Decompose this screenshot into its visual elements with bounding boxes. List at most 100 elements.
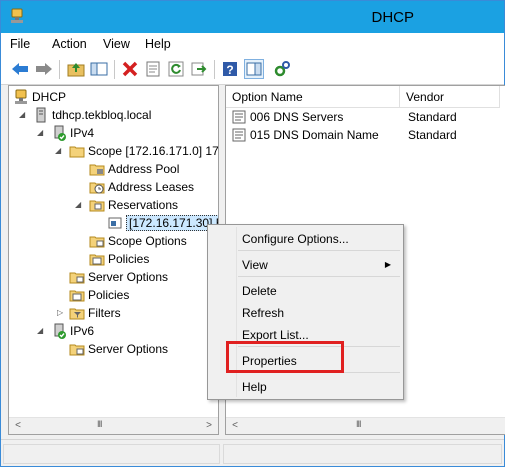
status-segment [223,444,502,464]
column-header-vendor[interactable]: Vendor [400,86,500,108]
reservation-item-icon [108,217,122,229]
collapse-scope-icon[interactable]: ◢ [55,146,61,155]
list-horizontal-scrollbar[interactable]: < III [226,417,505,434]
menu-item-view[interactable]: View [242,258,268,272]
tree-node-reservations[interactable]: Reservations [89,196,178,214]
tree-label-address-leases: Address Leases [108,180,195,194]
tree-label-scope-options: Scope Options [108,234,187,248]
console-tree[interactable]: DHCP ◢ tdhcp.tekbloq.local ◢ IPv4 ◢ Scop… [8,85,219,435]
scroll-left-icon[interactable]: < [11,419,25,433]
scope-options-icon [89,236,105,248]
ipv6-icon [54,323,66,339]
tree-node-scope-options[interactable]: Scope Options [89,232,187,250]
back-arrow-icon[interactable] [10,59,30,79]
tree-label-scope-policies: Policies [108,252,150,266]
tree-label-filters: Filters [88,306,121,320]
properties-highlight-box [226,341,344,373]
menu-view[interactable]: View [103,37,130,51]
help-icon[interactable]: ? [220,59,240,79]
show-hide-tree-icon[interactable] [89,59,109,79]
dhcp-window: DHCP File Action View Help ? DHCP ◢ tdhc… [0,0,505,467]
tree-node-scope[interactable]: Scope [172.16.171.0] 172 [69,142,219,160]
window-title: DHCP [371,9,414,26]
option-vendor: Standard [408,110,457,124]
menu-bar: File Action View Help [1,33,504,55]
menu-item-delete[interactable]: Delete [242,284,277,298]
tree-horizontal-scrollbar[interactable]: < III > [9,417,218,434]
menu-item-refresh[interactable]: Refresh [242,306,284,320]
collapse-reservations-icon[interactable]: ◢ [75,200,81,209]
delete-icon[interactable] [120,59,140,79]
option-icon [232,128,246,142]
properties-icon[interactable] [143,59,163,79]
tree-label-ipv6-server-options: Server Options [88,342,169,356]
tree-node-filters[interactable]: Filters [69,304,121,322]
svg-text:?: ? [226,63,233,77]
tree-node-reservation-item[interactable]: [172.16.171.30] E [107,214,218,232]
column-header-option-name[interactable]: Option Name [226,86,400,108]
tree-label-ipv6: IPv6 [70,324,95,338]
submenu-arrow-icon: ▶ [384,260,391,269]
option-name: 015 DNS Domain Name [250,128,379,142]
scroll-grip-icon[interactable]: III [97,419,102,429]
tree-node-policies[interactable]: Policies [69,286,129,304]
tree-node-ipv6-server-options[interactable]: Server Options [69,340,168,358]
status-segment [3,444,220,464]
tree-label-reservation-item: [172.16.171.30] E [126,215,218,231]
menu-item-configure-options[interactable]: Configure Options... [242,232,349,246]
collapse-ipv4-icon[interactable]: ◢ [37,128,43,137]
show-hide-action-pane-icon[interactable] [244,59,264,79]
option-vendor: Standard [408,128,457,142]
scroll-right-icon[interactable]: > [202,419,216,433]
up-folder-icon[interactable] [66,59,86,79]
status-bar [1,439,504,466]
toolbar: ? [1,55,504,85]
refresh-icon[interactable] [166,59,186,79]
tree-label-server: tdhcp.tekbloq.local [52,108,152,122]
option-name: 006 DNS Servers [250,110,344,124]
list-item[interactable]: 006 DNS Servers Standard [226,108,457,126]
option-icon [232,110,246,124]
list-item[interactable]: 015 DNS Domain Name Standard [226,126,457,144]
menu-action[interactable]: Action [52,37,87,51]
tree-label-ipv4: IPv4 [70,126,95,140]
collapse-ipv6-icon[interactable]: ◢ [37,326,43,335]
forward-arrow-icon[interactable] [34,59,54,79]
server-options-icon [69,344,85,356]
policies-icon [89,254,105,266]
menu-help[interactable]: Help [145,37,171,51]
tree-label-scope: Scope [172.16.171.0] 172 [88,144,219,158]
dhcp-root-icon [15,89,27,104]
tree-label-server-options: Server Options [88,270,169,284]
tree-label-reservations: Reservations [108,198,179,212]
collapse-server-icon[interactable]: ◢ [19,110,25,119]
configure-options-icon[interactable] [272,59,292,79]
menu-item-export-list[interactable]: Export List... [242,328,309,342]
tree-node-ipv4[interactable]: IPv4 [51,124,94,142]
tree-label-policies: Policies [88,288,130,302]
policies-icon [69,290,85,302]
title-bar[interactable]: DHCP [1,1,504,33]
filters-icon [69,308,85,320]
address-pool-icon [89,164,105,176]
scroll-grip-icon[interactable]: III [356,419,361,429]
tree-node-server[interactable]: tdhcp.tekbloq.local [33,106,151,124]
ipv4-icon [54,125,66,141]
tree-node-address-leases[interactable]: Address Leases [89,178,194,196]
server-icon [36,107,46,123]
scroll-left-icon[interactable]: < [228,419,242,433]
tree-node-address-pool[interactable]: Address Pool [89,160,179,178]
menu-file[interactable]: File [10,37,30,51]
tree-node-dhcp[interactable]: DHCP [13,88,66,106]
context-menu: Configure Options... View ▶ Delete Refre… [207,224,404,400]
folder-icon [69,146,85,158]
export-icon[interactable] [189,59,209,79]
tree-label-address-pool: Address Pool [108,162,180,176]
expand-filters-icon[interactable]: ▷ [57,308,63,317]
tree-node-scope-policies[interactable]: Policies [89,250,149,268]
server-options-icon [69,272,85,284]
address-leases-icon [89,182,105,194]
tree-node-ipv6[interactable]: IPv6 [51,322,94,340]
tree-node-server-options[interactable]: Server Options [69,268,168,286]
menu-item-help[interactable]: Help [242,380,267,394]
